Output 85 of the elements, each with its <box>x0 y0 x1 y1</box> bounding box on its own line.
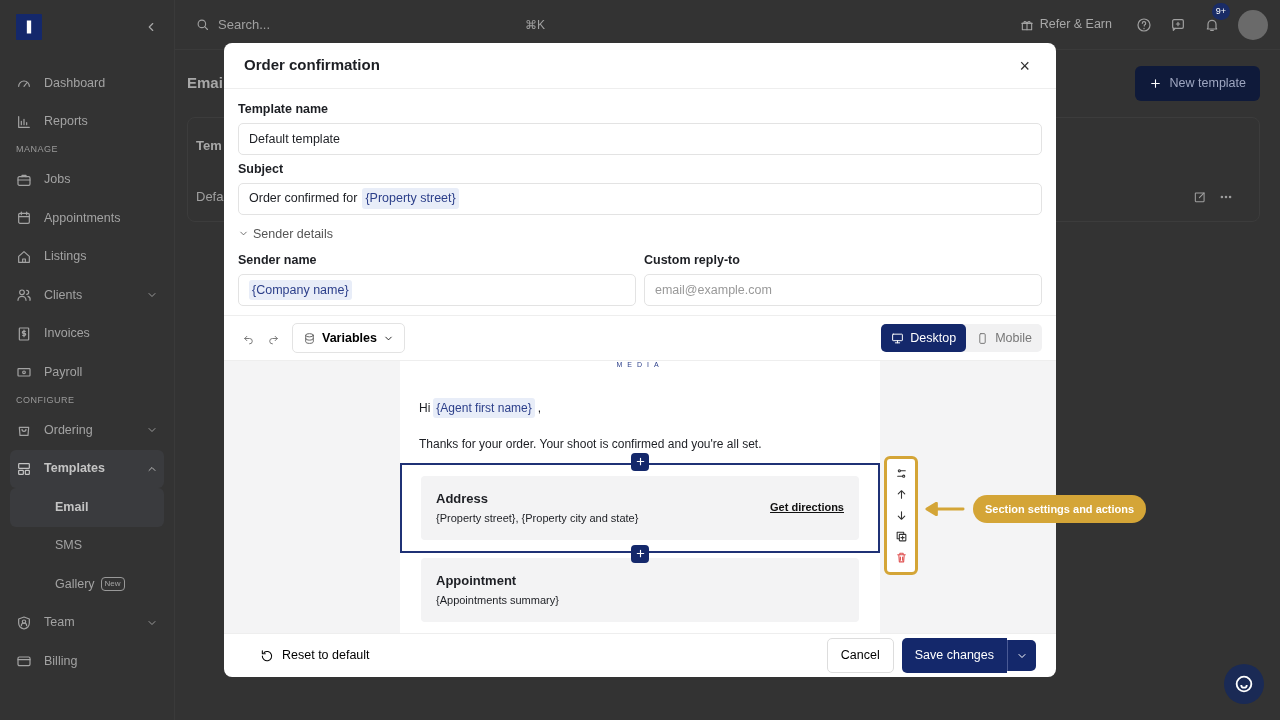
field-label: Template name <box>238 101 330 118</box>
chat-button[interactable] <box>1224 664 1264 704</box>
plus-icon <box>1148 76 1162 90</box>
sidebar-item[interactable]: Billing <box>10 642 164 681</box>
section-text: {Property street}, {Property city and state} <box>436 511 639 526</box>
sidebar-item[interactable]: Ordering <box>10 411 164 450</box>
reset-icon <box>260 648 274 663</box>
sidebar-item[interactable]: Payroll <box>10 353 164 392</box>
sidebar-item[interactable]: Dashboard <box>10 64 164 103</box>
section-title: Appointment <box>436 571 518 590</box>
new-tag: New <box>100 577 125 592</box>
chat-icon <box>1233 673 1255 695</box>
annotation-callout: Section settings and actions <box>973 494 1147 523</box>
column-header: Tem <box>195 136 223 155</box>
field-label: Sender name <box>238 252 318 270</box>
calendar-icon <box>16 210 32 227</box>
people-icon <box>16 287 32 304</box>
help-icon <box>1136 16 1152 33</box>
sidebar-item[interactable]: Jobs <box>10 160 164 199</box>
plus-icon <box>634 548 646 559</box>
section-text: {Appointments summary} <box>436 593 559 608</box>
new-template-button[interactable]: New template <box>1134 66 1260 101</box>
arrow-left-icon <box>925 501 965 516</box>
duplicate-icon <box>894 529 908 543</box>
sliders-button[interactable] <box>894 466 908 480</box>
duplicate-button[interactable] <box>894 529 908 543</box>
trash-button[interactable] <box>894 550 908 564</box>
table-cell-text: Defa <box>196 188 224 207</box>
field-label: Subject <box>238 160 285 178</box>
sidebar-subitem[interactable]: Gallery New <box>10 565 164 604</box>
input-field[interactable]: Default template <box>238 122 1042 155</box>
input-field[interactable]: Order confirmed for {Property street} <box>238 182 1042 215</box>
layout-icon <box>16 460 32 477</box>
view-tab[interactable]: Mobile <box>966 323 1042 353</box>
input-field[interactable]: email@example.com <box>644 274 1042 306</box>
section-title: Address <box>436 489 490 508</box>
sidebar-item[interactable]: Reports <box>10 102 164 141</box>
search-icon <box>195 17 210 32</box>
directions-link[interactable]: Get directions <box>770 499 844 516</box>
search-field[interactable]: Search... ⌘K <box>195 14 545 35</box>
database-icon <box>303 331 316 345</box>
variables-dropdown[interactable]: Variables <box>292 322 405 354</box>
field-label: Custom reply-to <box>644 252 741 270</box>
dialog-title: Order confirmation <box>244 55 380 76</box>
sidebar-item[interactable]: Listings <box>10 237 164 276</box>
invoice-icon <box>16 325 32 342</box>
input-field[interactable]: {Company name} <box>238 274 636 306</box>
add-section-button[interactable] <box>631 544 649 563</box>
edit-icon <box>1193 190 1207 204</box>
reset-button[interactable]: Reset to default <box>254 645 376 666</box>
save-options-button[interactable] <box>1007 640 1036 671</box>
save-button[interactable]: Save changes <box>901 638 1007 673</box>
sidebar-item[interactable]: Team <box>10 603 164 642</box>
refer-button[interactable]: Refer & Earn <box>1013 14 1118 35</box>
close-button[interactable]: × <box>1013 55 1036 76</box>
sidebar-subitem[interactable]: SMS <box>10 526 164 565</box>
add-section-button[interactable] <box>631 452 649 471</box>
plus-icon <box>634 456 646 467</box>
logo-icon <box>16 14 42 40</box>
variable-tag: {Agent first name} <box>433 397 535 418</box>
page-title: Emai <box>187 73 223 94</box>
email-text: Thanks for your order. Your shoot is confirmed and you're all set. <box>418 435 763 453</box>
monitor-icon <box>891 331 905 345</box>
selected-section[interactable]: Address {Property street}, {Property city and state} Get directions <box>400 462 880 553</box>
bell-icon <box>1204 17 1220 34</box>
shortcut-hint: ⌘K <box>525 16 545 34</box>
trash-icon <box>894 550 908 564</box>
sidebar-subitem[interactable]: Email <box>10 488 164 527</box>
notification-badge: 9+ <box>1211 2 1230 21</box>
greeting-text: Hi <box>419 399 431 417</box>
shield-icon <box>16 614 32 631</box>
bar-chart-icon <box>16 113 32 130</box>
sender-details-toggle[interactable]: Sender details <box>238 224 333 244</box>
sidebar-item[interactable]: Templates <box>10 449 164 488</box>
section-label: MANAGE <box>15 143 59 156</box>
section-label: CONFIGURE <box>15 393 76 407</box>
cancel-button[interactable]: Cancel <box>826 638 894 673</box>
sliders-icon <box>894 466 908 480</box>
sidebar-item[interactable]: Appointments <box>10 199 164 238</box>
view-tab[interactable]: Desktop <box>881 323 967 353</box>
house-icon <box>16 248 32 265</box>
message-icon <box>1170 16 1186 33</box>
sidebar-item[interactable]: Clients <box>10 276 164 315</box>
greeting-text: , <box>537 399 542 417</box>
sidebar-item[interactable]: Invoices <box>10 314 164 353</box>
